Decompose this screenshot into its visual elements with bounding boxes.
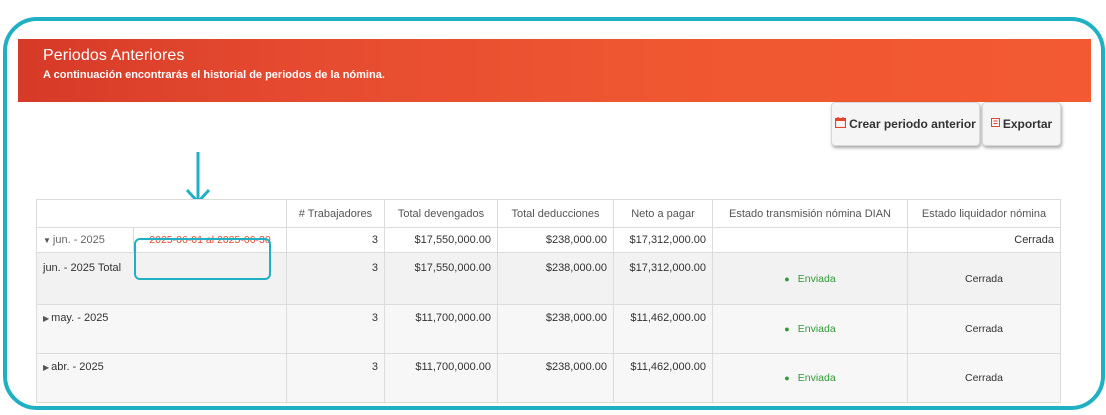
dian-status-cell: ● Enviada <box>712 353 908 403</box>
caret-right-icon[interactable]: ▶ <box>43 314 49 323</box>
periods-table: # Trabajadores Total devengados Total de… <box>36 199 1061 403</box>
page-header: Periodos Anteriores A continuación encon… <box>18 39 1091 102</box>
period-total-label: jun. - 2025 Total <box>36 252 287 305</box>
date-range-link[interactable]: 2025-06-01 al 2025-06-30 <box>149 234 270 246</box>
column-header-dian-status[interactable]: Estado transmisión nómina DIAN <box>712 199 908 228</box>
period-label: jun. - 2025 <box>52 234 105 246</box>
table-row[interactable]: ▶ may. - 2025 3 $11,700,000.00 $238,000.0… <box>36 304 1061 354</box>
column-header-period <box>36 199 287 228</box>
status-dot-icon: ● <box>784 373 790 383</box>
dian-status-cell: ● Enviada <box>712 304 908 354</box>
workers-cell: 3 <box>286 252 385 305</box>
neto-cell: $17,312,000.00 <box>613 252 713 305</box>
dian-status-cell <box>712 227 908 253</box>
page-subtitle: A continuación encontrarás el historial … <box>43 69 385 81</box>
table-row: jun. - 2025 Total 3 $17,550,000.00 $238,… <box>36 252 1061 305</box>
dian-status-text: Enviada <box>797 323 836 335</box>
column-header-liquidador-status[interactable]: Estado liquidador nómina <box>907 199 1061 228</box>
deducciones-cell: $238,000.00 <box>497 353 614 403</box>
status-dot-icon: ● <box>784 324 790 334</box>
dian-status-cell: ● Enviada <box>712 252 908 305</box>
dian-status-text: Enviada <box>797 272 836 285</box>
create-previous-period-button[interactable]: Crear periodo anterior <box>831 102 980 146</box>
deducciones-cell: $238,000.00 <box>497 304 614 354</box>
liquidador-status-cell: Cerrada <box>907 252 1061 305</box>
status-dot-icon: ● <box>784 273 790 284</box>
workers-cell: 3 <box>286 304 385 354</box>
caret-down-icon[interactable]: ▼ <box>43 236 51 245</box>
period-cell[interactable]: ▶ may. - 2025 <box>36 304 287 354</box>
table-row[interactable]: ▶ abr. - 2025 3 $11,700,000.00 $238,000.0… <box>36 353 1061 403</box>
liquidador-status-cell: Cerrada <box>907 227 1061 253</box>
neto-cell: $11,462,000.00 <box>613 304 713 354</box>
workers-cell: 3 <box>286 353 385 403</box>
workers-cell: 3 <box>286 227 385 253</box>
column-header-workers[interactable]: # Trabajadores <box>286 199 385 228</box>
deducciones-cell: $238,000.00 <box>497 252 614 305</box>
column-header-neto[interactable]: Neto a pagar <box>613 199 713 228</box>
period-cell[interactable]: ▶ abr. - 2025 <box>36 353 287 403</box>
period-cell[interactable]: ▼ jun. - 2025 2025-06-01 al 2025-06-30 <box>36 227 287 253</box>
deducciones-cell: $238,000.00 <box>497 227 614 253</box>
devengados-cell: $11,700,000.00 <box>384 353 498 403</box>
calendar-icon <box>835 117 847 131</box>
liquidador-status-cell: Cerrada <box>907 304 1061 354</box>
create-previous-period-label: Crear periodo anterior <box>849 117 976 131</box>
column-header-devengados[interactable]: Total devengados <box>384 199 498 228</box>
liquidador-status-cell: Cerrada <box>907 353 1061 403</box>
column-header-deducciones[interactable]: Total deducciones <box>497 199 614 228</box>
devengados-cell: $17,550,000.00 <box>384 252 498 305</box>
table-row[interactable]: ▼ jun. - 2025 2025-06-01 al 2025-06-30 3 … <box>36 227 1061 253</box>
export-label: Exportar <box>1002 117 1053 131</box>
devengados-cell: $11,700,000.00 <box>384 304 498 354</box>
export-icon <box>990 118 1000 130</box>
neto-cell: $17,312,000.00 <box>613 227 713 253</box>
page-title: Periodos Anteriores <box>43 47 185 64</box>
neto-cell: $11,462,000.00 <box>613 353 713 403</box>
period-label: abr. - 2025 <box>51 361 104 373</box>
caret-right-icon[interactable]: ▶ <box>43 363 49 372</box>
dian-status-text: Enviada <box>797 372 836 384</box>
export-button[interactable]: Exportar <box>982 102 1061 146</box>
period-label: may. - 2025 <box>51 312 109 324</box>
table-header-row: # Trabajadores Total devengados Total de… <box>36 199 1061 228</box>
devengados-cell: $17,550,000.00 <box>384 227 498 253</box>
